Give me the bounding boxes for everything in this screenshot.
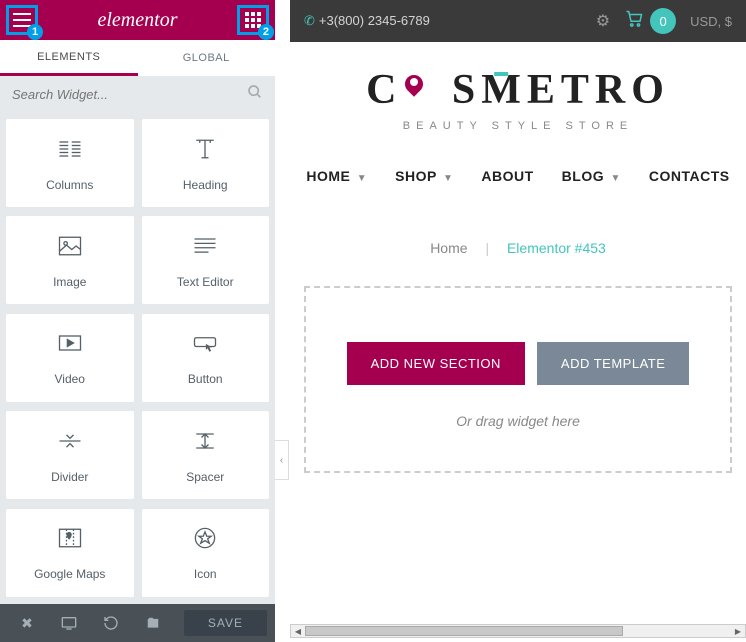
search-input[interactable] (12, 87, 247, 102)
chevron-down-icon: ▼ (611, 173, 621, 184)
widget-label: Icon (194, 567, 217, 581)
site-branding: C SMETRO BEAUTY STYLE STORE (290, 42, 746, 150)
annotation-box-2: 2 (237, 5, 269, 35)
breadcrumb: Home | Elementor #453 (290, 202, 746, 286)
brand-accent-icon (494, 72, 508, 76)
tab-elements[interactable]: ELEMENTS (0, 40, 138, 76)
divider-icon (56, 427, 84, 460)
menu-button[interactable]: 1 (10, 9, 34, 31)
search-bar (0, 76, 275, 113)
spacer-icon (191, 427, 219, 460)
search-icon (247, 84, 263, 105)
widget-label: Divider (51, 470, 88, 484)
nav-item-shop[interactable]: SHOP ▼ (395, 168, 453, 184)
widgets-grid-button[interactable]: 2 (241, 9, 265, 31)
scroll-left-arrow[interactable]: ◀ (291, 625, 305, 637)
nav-item-blog[interactable]: BLOG ▼ (562, 168, 621, 184)
nav-item-contacts[interactable]: CONTACTS (649, 168, 730, 184)
annotation-number: 1 (27, 24, 43, 40)
horizontal-scrollbar[interactable]: ◀ ▶ (290, 624, 746, 638)
save-button[interactable]: SAVE (184, 610, 267, 636)
templates-button[interactable] (134, 609, 172, 637)
preview-frame: ✆+3(800) 2345-6789 ⚙ 0 USD, $ C SMETRO B… (290, 0, 746, 625)
collapse-panel-button[interactable]: ‹ (275, 440, 289, 480)
responsive-button[interactable] (50, 609, 88, 637)
scrollbar-thumb[interactable] (305, 626, 623, 636)
widget-label: Spacer (186, 470, 224, 484)
widget-label: Heading (183, 178, 228, 192)
widget-label: Google Maps (34, 567, 105, 581)
widget-label: Text Editor (177, 275, 234, 289)
phone-number: ✆+3(800) 2345-6789 (304, 13, 430, 29)
history-button[interactable] (92, 609, 130, 637)
breadcrumb-separator: | (485, 240, 489, 256)
widget-heading[interactable]: Heading (142, 119, 270, 207)
breadcrumb-home[interactable]: Home (430, 240, 467, 256)
cart-icon (624, 10, 644, 33)
chevron-down-icon: ▼ (357, 173, 367, 184)
currency-selector[interactable]: USD, $ (690, 14, 732, 29)
widget-columns[interactable]: Columns (6, 119, 134, 207)
drop-buttons: ADD NEW SECTION ADD TEMPLATE (326, 342, 710, 385)
panel-header: 1 elementor 2 (0, 0, 275, 40)
drop-area[interactable]: ADD NEW SECTION ADD TEMPLATE Or drag wid… (304, 286, 732, 473)
heading-icon (191, 135, 219, 168)
widget-google-maps[interactable]: Google Maps (6, 509, 134, 597)
cart-button[interactable]: 0 (624, 8, 676, 34)
columns-icon (56, 135, 84, 168)
widget-video[interactable]: Video (6, 314, 134, 402)
elementor-logo: elementor (98, 9, 178, 32)
tab-global[interactable]: GLOBAL (138, 40, 276, 76)
annotation-box-1: 1 (6, 5, 38, 35)
widget-label: Button (188, 372, 223, 386)
icon-icon (191, 524, 219, 557)
annotation-number: 2 (258, 24, 274, 40)
widget-image[interactable]: Image (6, 216, 134, 304)
elementor-panel: 1 elementor 2 ELEMENTS GLOBAL Columns Hea… (0, 0, 275, 642)
widget-divider[interactable]: Divider (6, 411, 134, 499)
widget-label: Columns (46, 178, 93, 192)
main-nav: HOME ▼ SHOP ▼ ABOUT BLOG ▼ CONTACTS (290, 150, 746, 202)
panel-footer: ✖ SAVE (0, 604, 275, 642)
brand-name: C SMETRO (366, 67, 670, 113)
cart-count: 0 (650, 8, 676, 34)
panel-tabs: ELEMENTS GLOBAL (0, 40, 275, 76)
widget-spacer[interactable]: Spacer (142, 411, 270, 499)
brand-logo[interactable]: C SMETRO (366, 66, 670, 114)
brand-tagline: BEAUTY STYLE STORE (290, 120, 746, 132)
drop-hint: Or drag widget here (326, 413, 710, 429)
add-section-button[interactable]: ADD NEW SECTION (347, 342, 525, 385)
widget-button[interactable]: Button (142, 314, 270, 402)
phone-icon: ✆ (304, 13, 315, 28)
widgets-grid: Columns Heading Image Text Editor Video Butto… (0, 113, 275, 604)
widget-label: Video (55, 372, 85, 386)
video-icon (56, 329, 84, 362)
google-maps-icon (56, 524, 84, 557)
breadcrumb-current: Elementor #453 (507, 240, 606, 256)
add-template-button[interactable]: ADD TEMPLATE (537, 342, 689, 385)
image-icon (56, 232, 84, 265)
nav-item-home[interactable]: HOME ▼ (306, 168, 367, 184)
widget-icon[interactable]: Icon (142, 509, 270, 597)
scroll-right-arrow[interactable]: ▶ (731, 625, 745, 637)
widget-label: Image (53, 275, 86, 289)
settings-icon[interactable]: ⚙ (596, 11, 610, 31)
widget-text-editor[interactable]: Text Editor (142, 216, 270, 304)
button-icon (191, 329, 219, 362)
site-topbar: ✆+3(800) 2345-6789 ⚙ 0 USD, $ (290, 0, 746, 42)
text-editor-icon (191, 232, 219, 265)
nav-item-about[interactable]: ABOUT (481, 168, 533, 184)
chevron-down-icon: ▼ (443, 173, 453, 184)
close-button[interactable]: ✖ (8, 609, 46, 637)
